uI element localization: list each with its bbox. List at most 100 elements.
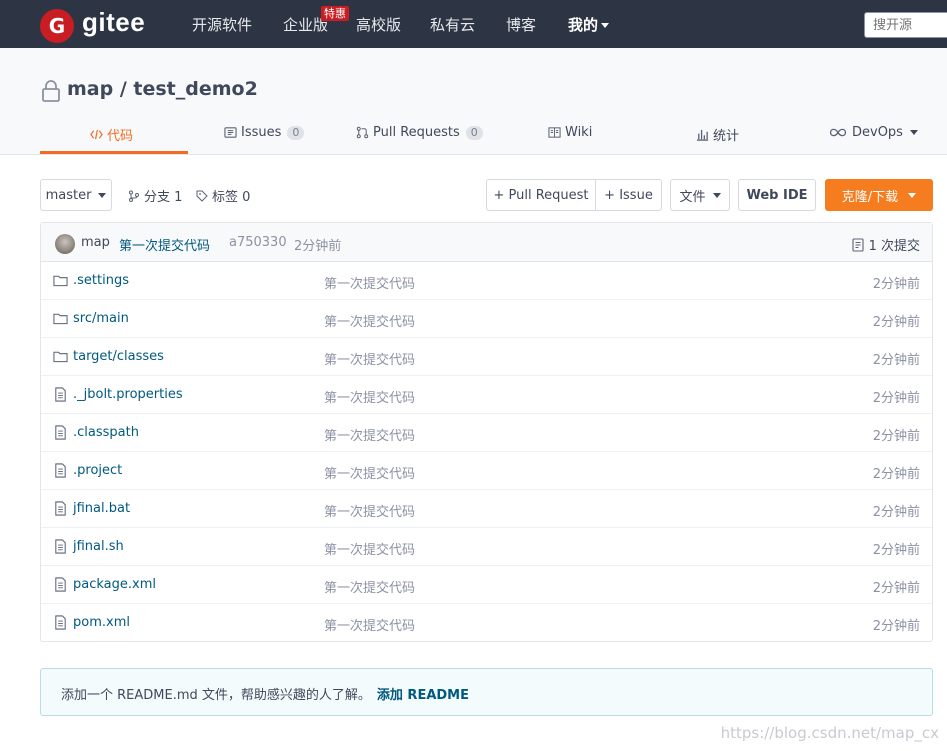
file-icon [55,501,66,516]
file-row[interactable]: package.xml 第一次提交代码 2分钟前 [41,566,932,604]
tab-wiki-label: Wiki [565,125,593,140]
file-name-link[interactable]: jfinal.sh [73,539,124,554]
web-ide-button[interactable]: Web IDE [738,179,816,211]
file-commit-message-link[interactable]: 第一次提交代码 [324,387,415,406]
new-issue-button[interactable]: + Issue [595,179,662,211]
file-commit-message-link[interactable]: 第一次提交代码 [324,539,415,558]
gitee-logo-text[interactable]: gitee [82,7,145,38]
tab-issues[interactable]: Issues 0 [224,125,305,140]
file-menu-button[interactable]: 文件 [670,179,730,211]
chevron-down-icon [908,192,917,198]
tab-pull-requests-label: Pull Requests [373,125,460,140]
file-commit-time: 2分钟前 [872,543,920,558]
nav-mine-menu[interactable]: 我的 [568,14,610,35]
code-icon [90,129,103,140]
file-row[interactable]: jfinal.bat 第一次提交代码 2分钟前 [41,490,932,528]
pull-request-icon [356,126,369,139]
file-commit-message-link[interactable]: 第一次提交代码 [324,501,415,520]
clone-download-button[interactable]: 克隆/下载 [825,179,933,211]
file-commit-message-link[interactable]: 第一次提交代码 [324,615,415,634]
file-icon [55,387,66,402]
file-name-link[interactable]: src/main [73,311,129,326]
folder-icon [53,313,68,325]
csdn-watermark: https://blog.csdn.net/map_cx [720,724,939,742]
file-name-link[interactable]: jfinal.bat [73,501,130,516]
file-name-link[interactable]: ._jbolt.properties [73,387,183,402]
tags-link[interactable]: 标签 0 [196,186,250,205]
tab-code-label: 代码 [107,129,134,144]
commits-count-link[interactable]: 1 次提交 [852,235,920,254]
file-row[interactable]: ._jbolt.properties 第一次提交代码 2分钟前 [41,376,932,414]
file-commit-time: 2分钟前 [872,429,920,444]
file-icon [55,425,66,440]
tab-stats[interactable]: 统计 [696,125,739,144]
file-row[interactable]: .project 第一次提交代码 2分钟前 [41,452,932,490]
branches-label: 分支 1 [144,190,183,205]
branch-icon [129,190,139,202]
readme-prompt-text: 添加一个 README.md 文件，帮助感兴趣的人了解。 [61,688,371,703]
file-commit-message-link[interactable]: 第一次提交代码 [324,425,415,444]
new-pull-request-button[interactable]: + Pull Request [486,179,596,211]
tab-code[interactable]: 代码 [90,125,133,144]
file-row[interactable]: .classpath 第一次提交代码 2分钟前 [41,414,932,452]
file-commit-time: 2分钟前 [872,315,920,330]
nav-education[interactable]: 高校版 [356,14,401,35]
branch-select[interactable]: master [40,179,112,211]
commit-message-link[interactable]: 第一次提交代码 [119,235,210,254]
file-row[interactable]: pom.xml 第一次提交代码 2分钟前 [41,604,932,642]
file-commit-time: 2分钟前 [872,619,920,634]
active-tab-indicator [40,151,188,154]
avatar[interactable] [55,234,75,254]
file-name-link[interactable]: .settings [73,273,129,288]
file-icon [55,577,66,592]
file-commit-time: 2分钟前 [872,353,920,368]
commit-author[interactable]: map [81,235,110,250]
tab-devops[interactable]: DevOps [828,125,918,140]
commits-count-label: 1 次提交 [868,239,920,254]
nav-blog[interactable]: 博客 [506,14,536,35]
tab-wiki[interactable]: Wiki [548,125,592,140]
file-icon [55,615,66,630]
file-name-link[interactable]: .project [73,463,122,478]
file-row[interactable]: .settings 第一次提交代码 2分钟前 [41,262,932,300]
file-name-link[interactable]: .classpath [73,425,139,440]
add-readme-link[interactable]: 添加 README [377,688,469,703]
file-commit-time: 2分钟前 [872,391,920,406]
file-icon [55,463,66,478]
file-commit-time: 2分钟前 [872,581,920,596]
file-name-link[interactable]: package.xml [73,577,156,592]
file-name-link[interactable]: target/classes [73,349,164,364]
repo-title[interactable]: map / test_demo2 [67,78,258,100]
tab-pull-requests[interactable]: Pull Requests 0 [356,125,483,140]
file-tree: map 第一次提交代码 a750330 2分钟前 1 次提交 .settings… [40,222,933,642]
chevron-down-icon [909,130,918,135]
nav-promo-badge: 特惠 [321,6,349,21]
search-input[interactable] [864,12,947,38]
nav-private-cloud[interactable]: 私有云 [430,14,475,35]
file-row[interactable]: src/main 第一次提交代码 2分钟前 [41,300,932,338]
file-commit-message-link[interactable]: 第一次提交代码 [324,273,415,292]
file-commit-message-link[interactable]: 第一次提交代码 [324,311,415,330]
tag-icon [196,190,208,202]
issues-count-badge: 0 [287,125,305,140]
file-commit-message-link[interactable]: 第一次提交代码 [324,349,415,368]
commit-hash-link[interactable]: a750330 [229,235,287,250]
file-commit-message-link[interactable]: 第一次提交代码 [324,577,415,596]
nav-open-source[interactable]: 开源软件 [192,14,252,35]
tab-devops-label: DevOps [852,125,903,140]
tags-label: 标签 0 [212,190,251,205]
file-row[interactable]: jfinal.sh 第一次提交代码 2分钟前 [41,528,932,566]
top-navbar: G gitee 开源软件 企业版 特惠 高校版 私有云 博客 我的 [0,0,947,48]
bar-chart-icon [696,129,709,141]
file-menu-label: 文件 [679,189,706,205]
folder-icon [53,275,68,287]
file-commit-message-link[interactable]: 第一次提交代码 [324,463,415,482]
file-name-link[interactable]: pom.xml [73,615,130,630]
issues-icon [224,127,237,138]
file-row[interactable]: target/classes 第一次提交代码 2分钟前 [41,338,932,376]
branch-select-label: master [45,187,92,203]
branches-link[interactable]: 分支 1 [128,186,182,205]
chevron-down-icon [712,192,721,198]
gitee-logo-icon[interactable]: G [40,9,74,43]
pull-requests-count-badge: 0 [465,125,483,140]
